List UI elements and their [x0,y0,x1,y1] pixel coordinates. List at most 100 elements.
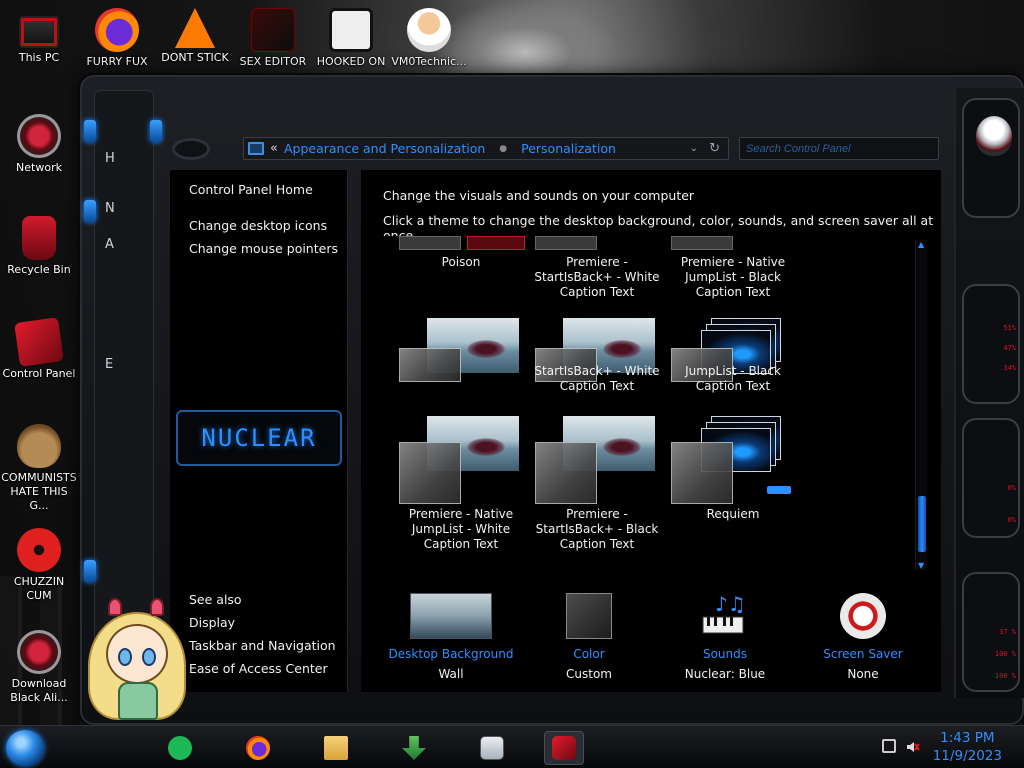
side-letter: A [105,237,114,252]
desktop-icon-download-black-alien[interactable]: Download Black Ali... [0,630,78,705]
desktop-icon-hooked-on[interactable]: HOOKED ON [312,8,390,69]
desktop-icon-vm0technic[interactable]: VM0Technic... [390,8,468,69]
control-panel-icon [14,317,64,367]
frame-led [150,120,162,142]
refresh-icon[interactable]: ↻ [709,141,720,156]
search-input[interactable] [739,137,939,160]
theme-name: Requiem [706,507,760,521]
network-tray-icon[interactable] [882,739,896,753]
taskbar-navigation-link[interactable]: Taskbar and Navigation [189,638,336,653]
hud-stat: 100 % [994,672,1016,680]
ease-of-access-link[interactable]: Ease of Access Center [189,661,328,676]
theme-requiem[interactable]: Requiem [665,507,801,522]
theme-name: Premiere - Native JumpList - White Capti… [408,507,514,551]
change-mouse-pointers-link[interactable]: Change mouse pointers [189,241,338,256]
spotify-icon [168,736,192,760]
hud-stat: 37 % [999,628,1016,636]
theme-startisback-white[interactable]: StartIsBack+ - White Caption Text [529,364,665,394]
hud-stat: 100 % [994,650,1016,658]
theme-premiere-jumplist-white[interactable]: Premiere - Native JumpList - White Capti… [393,507,529,552]
volume-muted-icon[interactable] [906,739,920,753]
side-letter: E [105,357,114,372]
theme-premiere-startisback-black[interactable]: Premiere - StartIsBack+ - Black Caption … [529,507,665,552]
address-bar[interactable]: « Appearance and Personalization ● Perso… [243,137,729,160]
desktop-icon-control-panel[interactable]: Control Panel [0,317,78,381]
user-icon [407,8,451,52]
cartoon-character-sticker [84,598,190,722]
desktop-icon-label: COMMUNISTS HATE THIS G... [1,471,77,512]
money-bag-icon [17,424,61,468]
chuzzle-icon [17,528,61,572]
desktop-icon-dont-stick[interactable]: DONT STICK [156,8,234,65]
hud-stat: 47% [1003,344,1016,352]
color-swatch-icon [566,593,612,639]
breadcrumb-personalization[interactable]: Personalization [521,141,616,156]
firefox-icon [95,8,139,52]
taskbar-monitor[interactable] [472,731,512,765]
change-desktop-icons-link[interactable]: Change desktop icons [189,218,327,233]
theme-thumbnail [671,236,733,250]
theme-thumbnail[interactable] [399,318,535,398]
start-button[interactable] [6,730,44,766]
hud-stat: 0% [1007,484,1016,492]
desktop-icon-chuzzin[interactable]: CHUZZIN CUM [0,528,78,603]
hud-stat: 34% [1003,364,1016,372]
desktop-background-setting[interactable]: Desktop Background Wall [386,593,516,681]
desktop-icon-recycle-bin[interactable]: Recycle Bin [0,216,78,277]
hud-stat: 51% [1003,324,1016,332]
frame-led [84,200,96,222]
theme-name: Premiere - Native JumpList - Black Capti… [680,255,786,299]
taskbar-firefox[interactable] [238,731,278,765]
scroll-up-icon[interactable]: ▲ [918,240,924,249]
frame-led [84,560,96,582]
system-clock[interactable]: 1:43 PM 11/9/2023 [933,729,1002,765]
theme-poison[interactable]: Poison [393,255,529,270]
theme-thumbnail[interactable] [535,416,671,506]
theme-thumbnail [399,236,461,250]
theme-thumbnail [467,236,525,250]
theme-name: Premiere - StartIsBack+ - White Caption … [534,255,660,299]
chevron-left-icon[interactable]: « [270,141,278,156]
desktop-icon-label: Download Black Ali... [10,677,68,704]
desktop-icon-this-pc[interactable]: This PC [0,8,78,65]
theme-thumbnail[interactable] [399,416,535,506]
theme-scrollbar[interactable]: ▲ ▼ [915,240,927,570]
screen-saver-icon [840,593,886,639]
breadcrumb-appearance[interactable]: Appearance and Personalization [284,141,485,156]
sounds-icon: ♪♫ [701,592,749,639]
theme-jumplist-black[interactable]: JumpList - Black Caption Text [665,364,801,394]
color-link[interactable]: Color [524,647,654,661]
desktop-background-link[interactable]: Desktop Background [386,647,516,661]
taskbar-file-explorer[interactable] [316,731,356,765]
screen-saver-setting[interactable]: Screen Saver None [798,593,928,681]
theme-premiere-jumplist-black[interactable]: Premiere - Native JumpList - Black Capti… [665,255,801,300]
desktop-icon-furry-fux[interactable]: FURRY FUX [78,8,156,69]
color-value: Custom [566,667,612,681]
back-forward-button[interactable] [172,138,210,160]
taskbar-download[interactable] [394,731,434,765]
clock-time: 1:43 PM [940,730,995,746]
scroll-down-icon[interactable]: ▼ [918,561,924,570]
desktop-background-icon [410,593,492,639]
scroll-thumb[interactable] [918,496,926,552]
sounds-link[interactable]: Sounds [660,647,790,661]
desktop-icon-sex-editor[interactable]: SEX EDITOR [234,8,312,69]
taskbar-control-panel[interactable] [544,731,584,765]
desktop-icon-communists[interactable]: COMMUNISTS HATE THIS G... [0,424,78,513]
display-link[interactable]: Display [189,615,235,630]
sounds-setting[interactable]: ♪♫ Sounds Nuclear: Blue [660,592,790,681]
theme-premiere-startisback-white[interactable]: Premiere - StartIsBack+ - White Caption … [529,255,665,300]
taskbar-spotify[interactable] [160,731,200,765]
screen-saver-link[interactable]: Screen Saver [798,647,928,661]
frame-led [84,120,96,142]
desktop-icon-network[interactable]: Network [0,114,78,175]
taskbar: 1:43 PM 11/9/2023 [0,725,1024,768]
theme-name: StartIsBack+ - White Caption Text [534,364,660,393]
chevron-down-icon[interactable]: ⌄ [690,143,698,154]
control-panel-home-link[interactable]: Control Panel Home [189,182,313,197]
color-setting[interactable]: Color Custom [524,593,654,681]
theme-thumbnail[interactable] [671,416,807,506]
desktop-icon-label: VM0Technic... [391,55,467,68]
side-letter: H [105,151,115,166]
theme-list[interactable]: Poison Premiere - StartIsBack+ - White C… [381,236,921,572]
